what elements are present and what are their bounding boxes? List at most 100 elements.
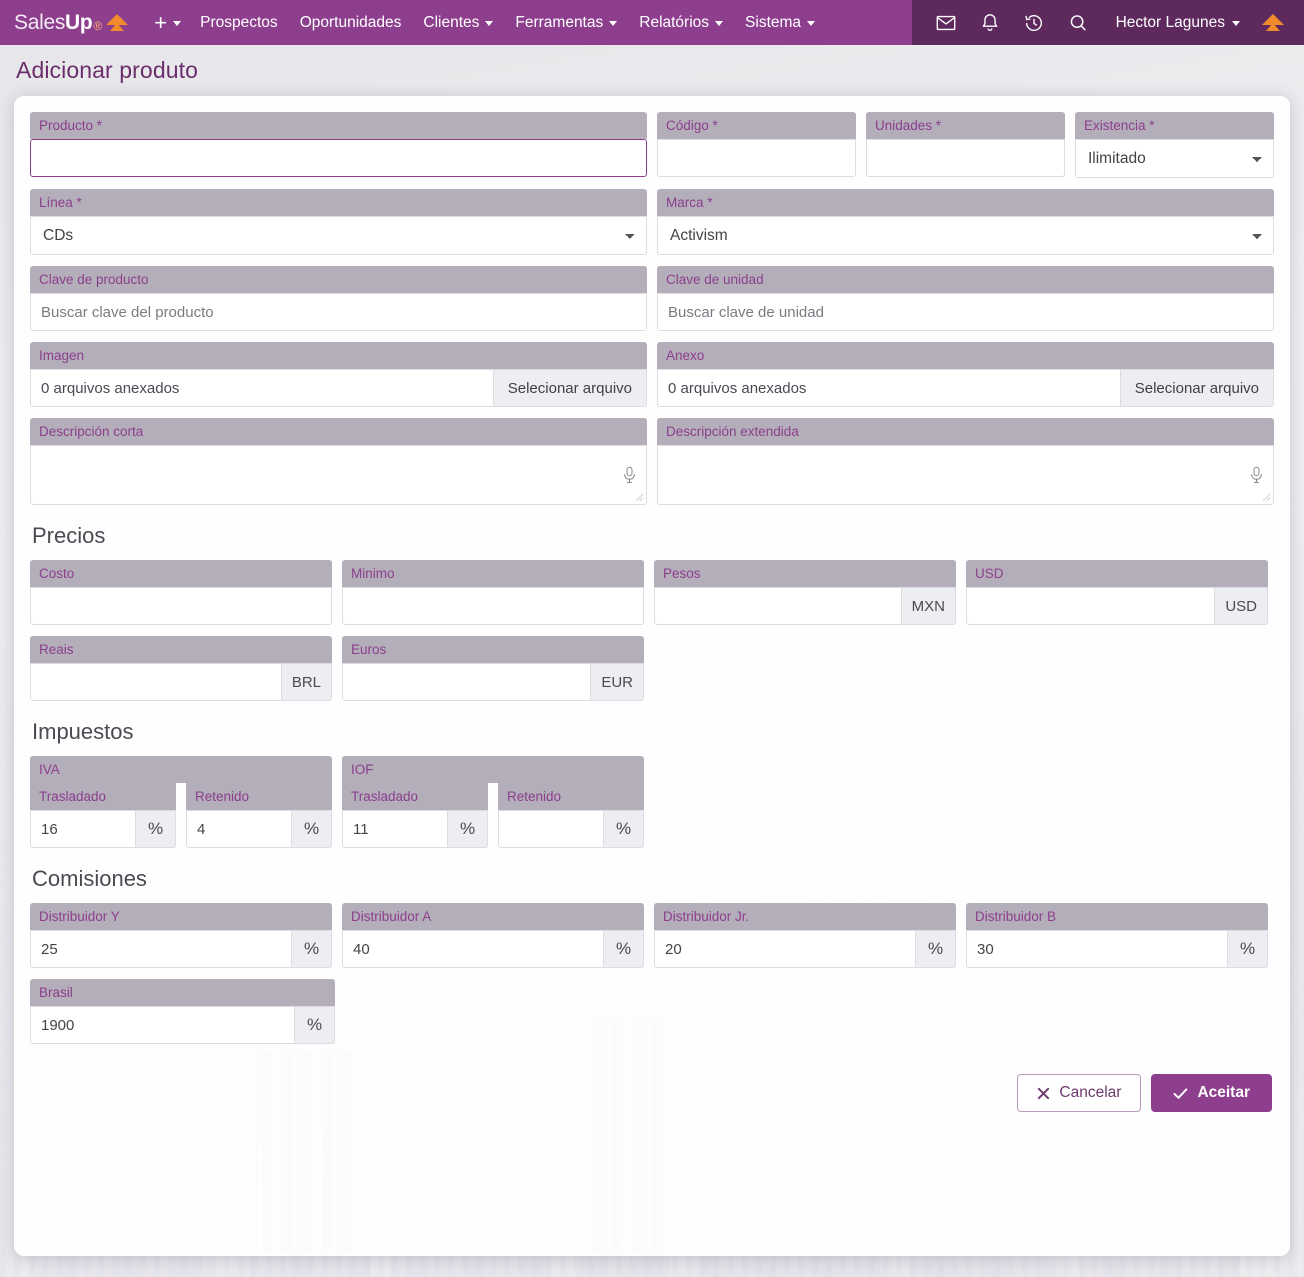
- field-brasil: Brasil %: [30, 979, 335, 1044]
- reais-input[interactable]: [30, 663, 282, 701]
- field-label: Distribuidor B: [966, 903, 1268, 930]
- chevron-down-icon: [807, 21, 816, 26]
- field-distribuidor-y: Distribuidor Y %: [30, 903, 332, 968]
- costo-input[interactable]: [30, 587, 332, 625]
- field-label: Marca *: [657, 189, 1274, 216]
- nav-label: Prospectos: [200, 13, 278, 31]
- tax-group-label: IVA: [30, 756, 332, 783]
- nav-label: Sistema: [745, 13, 802, 31]
- minimo-input[interactable]: [342, 587, 644, 625]
- field-label: Unidades *: [865, 112, 1065, 139]
- mail-icon[interactable]: [926, 0, 966, 45]
- nav-item-ferramentas[interactable]: Ferramentas: [504, 0, 628, 45]
- field-iva-trasladado: Trasladado %: [30, 783, 176, 848]
- brand-part-up: Up: [65, 10, 93, 34]
- chevron-down-icon: [715, 21, 724, 26]
- field-existencia: Existencia * Ilimitado: [1074, 112, 1274, 178]
- percent-suffix: %: [1228, 930, 1268, 968]
- nav-item-sistema[interactable]: Sistema: [734, 0, 826, 45]
- pesos-currency-suffix: MXN: [901, 587, 956, 625]
- precios-row-2: Reais BRL Euros EUR: [30, 636, 1274, 701]
- nav-item-relatorios[interactable]: Relatórios: [628, 0, 734, 45]
- field-label: Distribuidor Y: [30, 903, 332, 930]
- page-title: Adicionar produto: [16, 57, 198, 83]
- field-imagen: Imagen 0 arquivos anexados Selecionar ar…: [30, 342, 647, 407]
- field-label: Trasladado: [342, 783, 488, 810]
- existencia-select[interactable]: Ilimitado: [1074, 139, 1274, 178]
- field-label: Costo: [30, 560, 332, 587]
- field-label: Minimo: [342, 560, 644, 587]
- distribuidor-jr-input[interactable]: [654, 930, 916, 968]
- distribuidor-y-input[interactable]: [30, 930, 292, 968]
- nav-item-clientes[interactable]: Clientes: [412, 0, 504, 45]
- brasil-input[interactable]: [30, 1006, 295, 1044]
- dialog-footer: Cancelar Aceitar: [30, 1074, 1274, 1112]
- microphone-icon[interactable]: [621, 465, 638, 485]
- codigo-input[interactable]: [656, 139, 856, 177]
- imagen-select-file-button[interactable]: Selecionar arquivo: [492, 369, 647, 407]
- form-row-1: Producto * Código * Unidades * Existenci…: [30, 112, 1274, 178]
- form-row-2: Línea * CDs Marca * Activism: [30, 189, 1274, 255]
- tax-group-iva: IVA Trasladado % Retenido %: [30, 756, 332, 848]
- field-label: Clave de producto: [30, 266, 647, 293]
- marca-select[interactable]: Activism: [657, 216, 1274, 255]
- field-label: Anexo: [657, 342, 1274, 369]
- field-label: Descripción extendida: [657, 418, 1274, 445]
- distribuidor-a-input[interactable]: [342, 930, 604, 968]
- field-minimo: Minimo: [342, 560, 644, 625]
- triangle-up-icon: [1262, 13, 1284, 31]
- section-title-comisiones: Comisiones: [32, 866, 147, 891]
- anexo-select-file-button[interactable]: Selecionar arquivo: [1119, 369, 1274, 407]
- unidades-input[interactable]: [865, 139, 1065, 177]
- descripcion-extendida-textarea[interactable]: [657, 445, 1274, 505]
- field-label: Distribuidor A: [342, 903, 644, 930]
- percent-suffix: %: [295, 1006, 335, 1044]
- clave-unidad-input[interactable]: [657, 293, 1274, 331]
- nav-label: Clientes: [423, 13, 480, 31]
- descripcion-corta-textarea[interactable]: [30, 445, 647, 505]
- usd-input[interactable]: [966, 587, 1216, 625]
- nav-right-group: Hector Lagunes: [911, 0, 1304, 45]
- field-iof-retenido: Retenido %: [498, 783, 644, 848]
- percent-suffix: %: [448, 810, 488, 848]
- iof-retenido-input[interactable]: [498, 810, 604, 848]
- page-header: Adicionar produto: [0, 45, 1304, 96]
- producto-input[interactable]: [30, 139, 647, 177]
- iof-trasladado-input[interactable]: [342, 810, 448, 848]
- field-label: Clave de unidad: [657, 266, 1274, 293]
- history-icon[interactable]: [1014, 0, 1054, 45]
- field-label: Trasladado: [30, 783, 176, 810]
- form-row-5: Descripción corta Descripción extendida: [30, 418, 1274, 505]
- nav-item-oportunidades[interactable]: Oportunidades: [289, 0, 413, 45]
- search-icon[interactable]: [1058, 0, 1098, 45]
- imagen-file-status: 0 arquivos anexados: [30, 369, 493, 407]
- field-label: Descripción corta: [30, 418, 647, 445]
- anexo-file-status: 0 arquivos anexados: [657, 369, 1120, 407]
- linea-select[interactable]: CDs: [30, 216, 647, 255]
- accept-button[interactable]: Aceitar: [1151, 1074, 1272, 1112]
- microphone-icon[interactable]: [1248, 465, 1265, 485]
- euros-input[interactable]: [342, 663, 592, 701]
- section-title-precios: Precios: [32, 523, 106, 548]
- iva-trasladado-input[interactable]: [30, 810, 136, 848]
- bell-icon[interactable]: [970, 0, 1010, 45]
- clave-producto-input[interactable]: [30, 293, 647, 331]
- field-clave-unidad: Clave de unidad: [657, 266, 1274, 331]
- field-label: Imagen: [30, 342, 647, 369]
- field-label: Existencia *: [1074, 112, 1274, 139]
- pesos-input[interactable]: [654, 587, 902, 625]
- field-label: Producto *: [30, 112, 647, 139]
- quick-add-button[interactable]: +: [152, 0, 189, 45]
- user-menu[interactable]: Hector Lagunes: [1102, 0, 1250, 45]
- tax-group-iof: IOF Trasladado % Retenido %: [342, 756, 644, 848]
- nav-item-prospectos[interactable]: Prospectos: [189, 0, 289, 45]
- scroll-to-top-button[interactable]: [1254, 10, 1296, 36]
- percent-suffix: %: [292, 930, 332, 968]
- plus-label: +: [154, 9, 168, 35]
- distribuidor-b-input[interactable]: [966, 930, 1228, 968]
- tax-group-label: IOF: [342, 756, 644, 783]
- field-label: Reais: [30, 636, 332, 663]
- app-logo[interactable]: Sales Up ®: [14, 10, 130, 36]
- iva-retenido-input[interactable]: [186, 810, 292, 848]
- cancel-button[interactable]: Cancelar: [1017, 1074, 1142, 1112]
